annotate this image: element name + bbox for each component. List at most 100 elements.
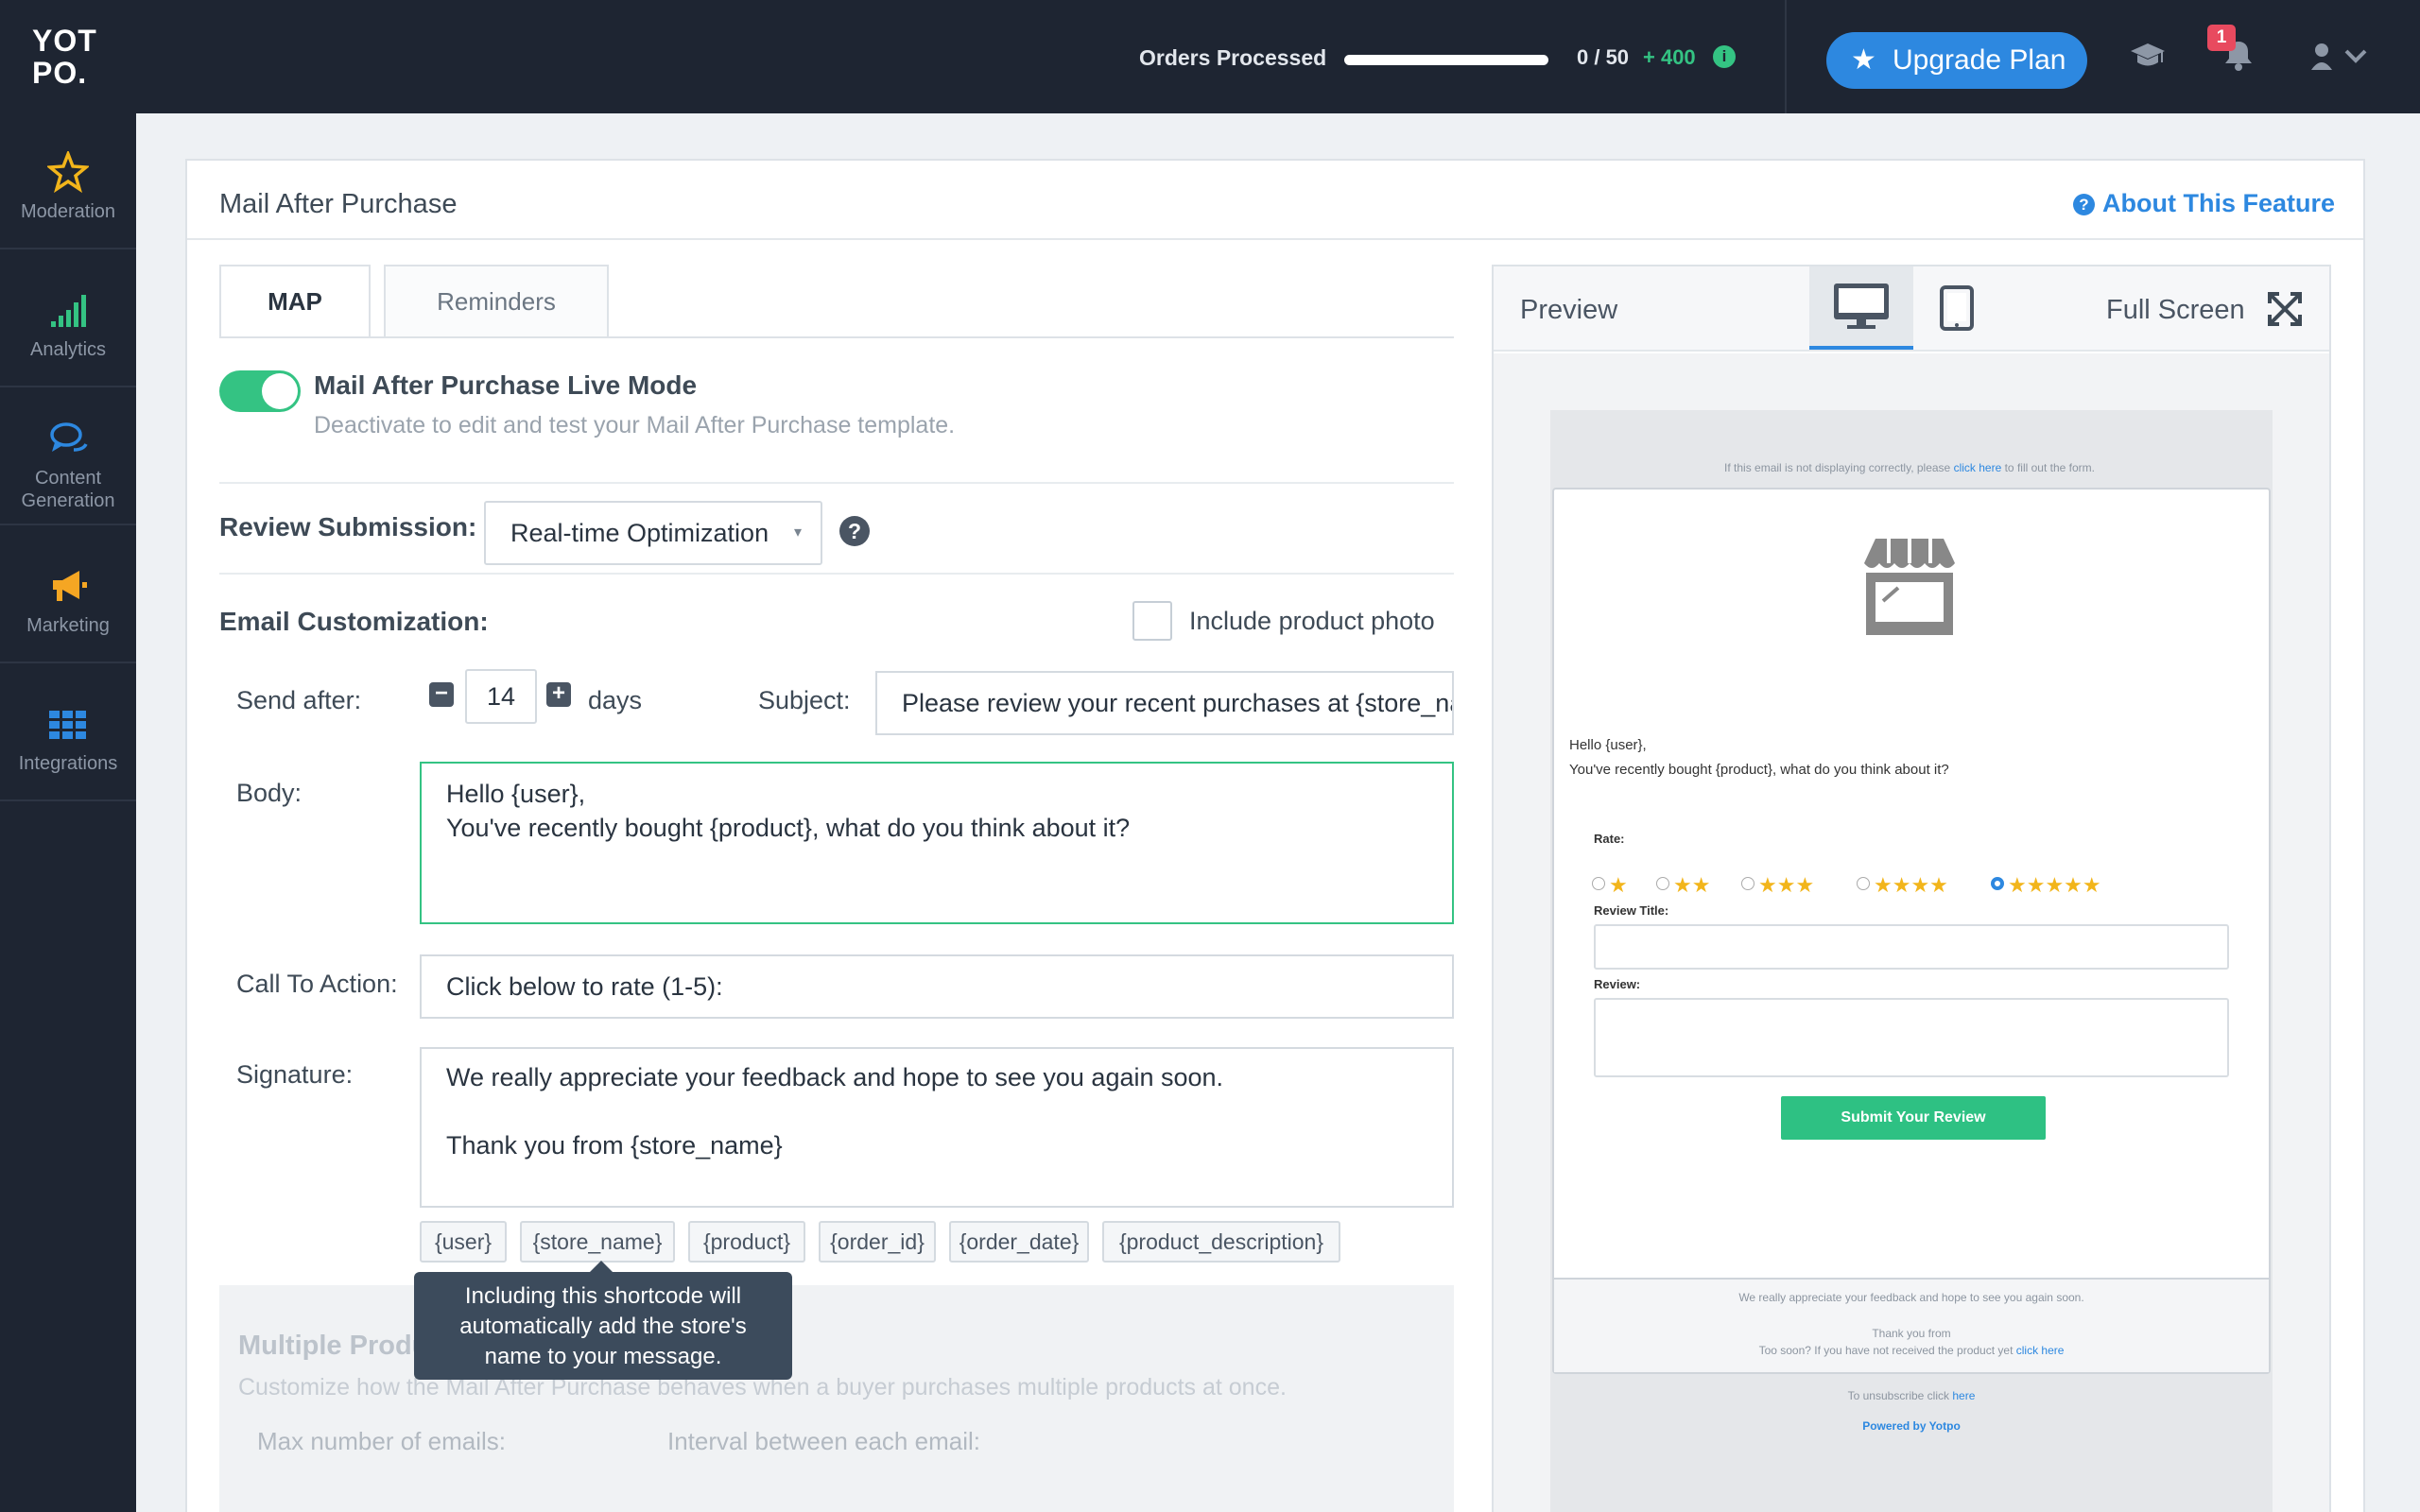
notification-badge: 1 [2207,25,2236,51]
chat-icon [50,422,88,452]
orders-bonus: + 400 [1643,45,1696,69]
days-decrement-button[interactable]: − [429,682,454,707]
sidebar-item-moderation[interactable]: Moderation [0,113,136,249]
shortcode-order-date[interactable]: {order_date} [949,1221,1089,1263]
tooltip-line: automatically add the store's [459,1314,747,1339]
subject-input[interactable]: Please review your recent purchases at {… [875,671,1454,735]
submit-review-button[interactable]: Submit Your Review [1781,1096,2046,1140]
select-value: Real-time Optimization [510,519,769,547]
bar-chart-icon [51,295,86,327]
preview-panel: Preview Full Screen If this email is not… [1492,265,2331,1512]
live-mode-toggle[interactable] [219,370,301,412]
email-top-notice: If this email is not displaying correctl… [1550,461,2269,474]
notice-link[interactable]: click here [1954,461,2002,474]
email-customization-label: Email Customization: [219,607,489,636]
help-icon: ? [2072,194,2095,215]
powered-by-link[interactable]: Powered by Yotpo [1550,1419,2273,1433]
shortcode-tooltip: Including this shortcode will automatica… [414,1261,792,1380]
review-title-input[interactable] [1594,924,2229,970]
signature-textarea[interactable]: We really appreciate your feedback and h… [420,1047,1454,1208]
expand-icon[interactable] [2267,291,2303,327]
review-title-label: Review Title: [1594,903,1669,918]
shortcode-product-description[interactable]: {product_description} [1102,1221,1340,1263]
shortcode-product[interactable]: {product} [688,1221,805,1263]
review-textarea[interactable] [1594,998,2229,1077]
include-photo-label: Include product photo [1189,607,1435,635]
about-label: About This Feature [2101,189,2335,217]
tooltip-line: Including this shortcode will [464,1283,742,1309]
rating-option-5[interactable]: ★★★★★ [1991,873,2101,898]
preview-header: Preview Full Screen [1494,266,2329,352]
unsubscribe-text: To unsubscribe click here [1550,1389,2273,1402]
sidebar-item-marketing[interactable]: Marketing [0,527,136,663]
orders-processed-label: Orders Processed [1139,45,1327,70]
sidebar-item-label: Moderation [20,201,116,222]
megaphone-icon [53,571,87,601]
divider [219,573,1454,575]
page-title: Mail After Purchase [219,189,458,219]
sidebar-item-content-generation[interactable]: Content Generation [0,389,136,525]
body-line: Hello {user}, [446,780,586,808]
radio-button [1656,877,1669,890]
sidebar: Moderation Analytics Content Generation … [0,113,136,1512]
tablet-icon[interactable] [1940,285,1974,331]
rating-stars: ★★ [1673,873,1711,897]
interval-label: Interval between each email: [667,1427,980,1455]
about-feature-link[interactable]: ? About This Feature [2072,189,2335,218]
unsubscribe-label: To unsubscribe click [1847,1389,1953,1402]
review-label: Review: [1594,977,1641,991]
email-body: You've recently bought {product}, what d… [1569,762,1949,778]
rating-option-2[interactable]: ★★ [1656,873,1710,898]
unsubscribe-link[interactable]: here [1952,1389,1975,1402]
grid-icon [49,711,86,739]
rating-stars: ★ [1609,873,1628,897]
graduation-cap-icon[interactable] [2129,40,2167,72]
include-photo-checkbox[interactable] [1132,601,1172,641]
help-icon[interactable]: ? [839,516,870,546]
review-submission-select[interactable]: Real-time Optimization ▾ [484,501,822,565]
shortcode-order-id[interactable]: {order_id} [819,1221,936,1263]
orders-count: 0 / 50 [1577,45,1630,69]
footer-link[interactable]: click here [2016,1344,2065,1357]
rating-option-4[interactable]: ★★★★ [1857,873,1948,898]
rating-stars: ★★★★ [1874,873,1948,897]
signature-line: We really appreciate your feedback and h… [446,1063,1224,1091]
sidebar-item-label: Analytics [29,339,107,360]
sidebar-item-label: Integrations [18,753,118,774]
notice-text: If this email is not displaying correctl… [1724,461,1954,474]
sidebar-item-integrations[interactable]: Integrations [0,665,136,801]
tab-reminders[interactable]: Reminders [384,265,609,336]
main-panel: Mail After Purchase ? About This Feature … [185,159,2365,1512]
shortcode-store-name[interactable]: {store_name} [520,1221,675,1263]
rating-option-3[interactable]: ★★★ [1741,873,1814,898]
chevron-down-icon: ▾ [793,524,802,541]
max-emails-label: Max number of emails: [257,1427,506,1455]
days-increment-button[interactable]: + [546,682,571,707]
upgrade-plan-button[interactable]: ★ Upgrade Plan [1826,32,2087,89]
rating-option-1[interactable]: ★ [1592,873,1628,898]
sidebar-item-label: Marketing [26,615,110,636]
preview-canvas: If this email is not displaying correctl… [1494,353,2329,1512]
desktop-view-tab[interactable] [1809,266,1913,350]
yotpo-logo[interactable]: YOT PO. [32,25,97,89]
rating-stars: ★★★★★ [2008,873,2101,897]
tooltip-line: name to your message. [484,1344,722,1369]
footer-text: Too soon? If you have not received the p… [1554,1344,2269,1357]
info-icon[interactable]: i [1713,45,1736,68]
footer-text: Thank you from [1872,1327,1951,1340]
sidebar-item-label: Content Generation [21,468,115,511]
multiple-products-section: Multiple Products Customize how the Mail… [219,1285,1454,1512]
user-menu-icon[interactable] [2310,42,2375,72]
desktop-icon [1834,284,1889,329]
sidebar-item-analytics[interactable]: Analytics [0,251,136,387]
rate-label: Rate: [1594,832,1625,846]
tab-divider [219,336,1454,338]
body-textarea[interactable]: Hello {user}, You've recently bought {pr… [420,762,1454,924]
cta-input[interactable]: Click below to rate (1-5): [420,954,1454,1019]
store-icon [1864,539,1955,635]
tab-map[interactable]: MAP [219,265,371,338]
full-screen-label[interactable]: Full Screen [2106,295,2245,326]
shortcode-user[interactable]: {user} [420,1221,507,1263]
days-input[interactable]: 14 [465,669,537,724]
footer-text: We really appreciate your feedback and h… [1738,1291,2084,1304]
